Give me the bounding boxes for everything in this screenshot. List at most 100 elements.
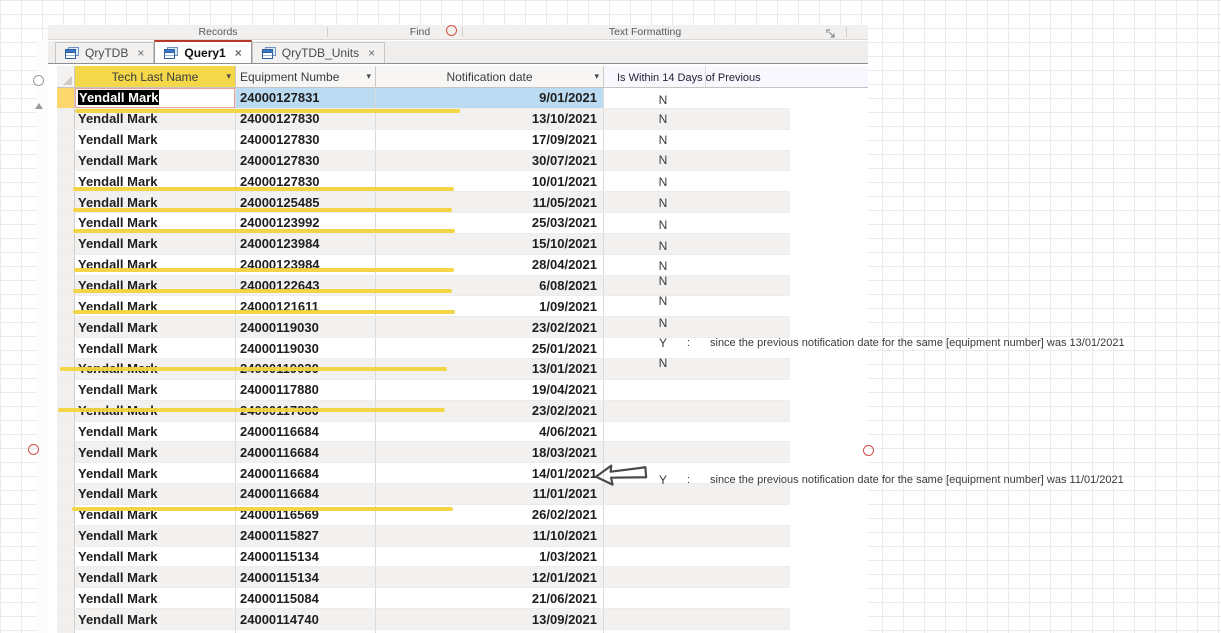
dialog-launcher-icon[interactable] (826, 27, 837, 38)
close-icon[interactable]: × (235, 46, 242, 60)
cell-equipment-number[interactable]: 24000119030 (236, 358, 376, 379)
cell-equipment-number[interactable]: 24000115134 (236, 567, 376, 588)
cell-equipment-number[interactable]: 24000119030 (236, 338, 376, 358)
cell-equipment-number[interactable]: 24000117880 (236, 400, 376, 421)
cell-tech-last-name[interactable]: Yendall Mark (75, 421, 236, 442)
record-selector[interactable] (57, 442, 75, 463)
cell-tech-last-name[interactable]: Yendall Mark (75, 588, 236, 609)
cell-tech-last-name[interactable]: Yendall Mark (75, 171, 236, 192)
record-selector[interactable] (57, 129, 75, 150)
cell-tech-last-name[interactable]: Yendall Mark (75, 296, 236, 317)
column-header-equipment-number[interactable]: Equipment Numbe ▾ (236, 66, 376, 88)
cell-notification-date[interactable]: 21/06/2021 (376, 588, 604, 609)
cell-notification-date[interactable]: 4/06/2021 (376, 421, 604, 442)
cell-notification-date[interactable]: 13/09/2021 (376, 609, 604, 629)
record-selector[interactable] (57, 567, 75, 588)
cell-tech-last-name[interactable]: Yendall Mark (75, 442, 236, 463)
record-selector[interactable] (57, 421, 75, 442)
cell-equipment-number[interactable]: 24000121611 (236, 296, 376, 317)
cell-notification-date[interactable]: 18/03/2021 (376, 442, 604, 463)
record-selector[interactable] (57, 254, 75, 275)
record-selector[interactable] (57, 525, 75, 546)
cell-notification-date[interactable]: 28/04/2021 (376, 254, 604, 275)
cell-tech-last-name[interactable]: Yendall Mark (75, 254, 236, 275)
cell-notification-date[interactable]: 1/09/2021 (376, 296, 604, 317)
cell-tech-last-name[interactable]: Yendall Mark (75, 338, 236, 358)
cell-notification-date[interactable]: 10/01/2021 (376, 171, 604, 192)
cell-equipment-number[interactable]: 24000115084 (236, 588, 376, 609)
close-icon[interactable]: × (368, 46, 375, 60)
cell-equipment-number[interactable]: 24000123984 (236, 233, 376, 254)
record-selector[interactable] (57, 400, 75, 421)
cell-equipment-number[interactable]: 24000127830 (236, 108, 376, 129)
cell-tech-last-name[interactable]: Yendall Mark (75, 525, 236, 546)
cell-equipment-number[interactable]: 24000115827 (236, 525, 376, 546)
cell-equipment-number[interactable]: 24000127830 (236, 171, 376, 192)
cell-notification-date[interactable]: 23/02/2021 (376, 400, 604, 421)
close-icon[interactable]: × (137, 46, 144, 60)
record-selector[interactable] (57, 296, 75, 317)
cell-notification-date[interactable]: 13/01/2021 (376, 358, 604, 379)
record-selector[interactable] (57, 171, 75, 192)
cell-equipment-number[interactable]: 24000127831 (236, 88, 376, 108)
cell-tech-last-name[interactable]: Yendall Mark (75, 233, 236, 254)
cell-tech-last-name[interactable]: Yendall Mark (75, 129, 236, 150)
record-selector[interactable] (57, 379, 75, 400)
cell-equipment-number[interactable]: 24000123992 (236, 213, 376, 233)
filter-dropdown-icon[interactable]: ▾ (226, 71, 231, 82)
tab-query1[interactable]: Query1 × (154, 40, 252, 63)
cell-equipment-number[interactable]: 24000125485 (236, 192, 376, 213)
cell-equipment-number[interactable]: 24000114740 (236, 609, 376, 629)
record-selector[interactable] (57, 338, 75, 358)
cell-notification-date[interactable]: 6/08/2021 (376, 275, 604, 296)
filter-dropdown-icon[interactable]: ▾ (594, 71, 599, 82)
cell-notification-date[interactable]: 14/01/2021 (376, 463, 604, 484)
tab-qrytdb[interactable]: QryTDB × (55, 42, 155, 63)
cell-notification-date[interactable]: 1/03/2021 (376, 546, 604, 567)
cell-tech-last-name[interactable]: Yendall Mark (75, 400, 236, 421)
cell-notification-date[interactable]: 11/05/2021 (376, 192, 604, 213)
record-selector[interactable] (57, 108, 75, 129)
cell-tech-last-name[interactable]: Yendall Mark (75, 484, 236, 504)
cell-equipment-number[interactable]: 24000127830 (236, 129, 376, 150)
cell-notification-date[interactable]: 11/01/2021 (376, 484, 604, 504)
record-selector[interactable] (57, 150, 75, 171)
cell-notification-date[interactable]: 23/02/2021 (376, 317, 604, 338)
record-selector[interactable] (57, 463, 75, 484)
cell-equipment-number[interactable]: 24000115134 (236, 546, 376, 567)
cell-tech-last-name[interactable]: Yendall Mark (75, 108, 236, 129)
record-selector[interactable] (57, 358, 75, 379)
cell-equipment-number[interactable]: 24000116684 (236, 484, 376, 504)
cell-equipment-number[interactable]: 24000116684 (236, 442, 376, 463)
cell-tech-last-name[interactable]: Yendall Mark (75, 213, 236, 233)
cell-equipment-number[interactable]: 24000122643 (236, 275, 376, 296)
cell-tech-last-name[interactable]: Yendall Mark (75, 88, 236, 108)
filter-dropdown-icon[interactable]: ▾ (366, 71, 371, 82)
cell-tech-last-name[interactable]: Yendall Mark (75, 504, 236, 525)
cell-equipment-number[interactable]: 24000119030 (236, 317, 376, 338)
column-header-tech-last-name[interactable]: Tech Last Name ▾ (75, 66, 236, 88)
cell-equipment-number[interactable]: 24000117880 (236, 379, 376, 400)
record-selector[interactable] (57, 213, 75, 233)
cell-tech-last-name[interactable]: Yendall Mark (75, 379, 236, 400)
record-selector[interactable] (57, 233, 75, 254)
cell-equipment-number[interactable]: 24000116684 (236, 463, 376, 484)
tab-qrytdb_units[interactable]: QryTDB_Units × (251, 42, 386, 63)
cell-tech-last-name[interactable]: Yendall Mark (75, 150, 236, 171)
record-selector[interactable] (57, 275, 75, 296)
cell-tech-last-name[interactable]: Yendall Mark (75, 358, 236, 379)
cell-equipment-number[interactable]: 24000116684 (236, 421, 376, 442)
record-selector[interactable] (57, 484, 75, 504)
record-selector[interactable] (57, 504, 75, 525)
cell-notification-date[interactable]: 15/10/2021 (376, 233, 604, 254)
cell-notification-date[interactable]: 13/10/2021 (376, 108, 604, 129)
select-all-corner[interactable] (57, 66, 75, 88)
cell-tech-last-name[interactable]: Yendall Mark (75, 463, 236, 484)
cell-notification-date[interactable]: 11/10/2021 (376, 525, 604, 546)
cell-tech-last-name[interactable]: Yendall Mark (75, 567, 236, 588)
cell-notification-date[interactable]: 12/01/2021 (376, 567, 604, 588)
cell-tech-last-name[interactable]: Yendall Mark (75, 317, 236, 338)
cell-notification-date[interactable]: 19/04/2021 (376, 379, 604, 400)
cell-tech-last-name[interactable]: Yendall Mark (75, 609, 236, 629)
cell-notification-date[interactable]: 30/07/2021 (376, 150, 604, 171)
